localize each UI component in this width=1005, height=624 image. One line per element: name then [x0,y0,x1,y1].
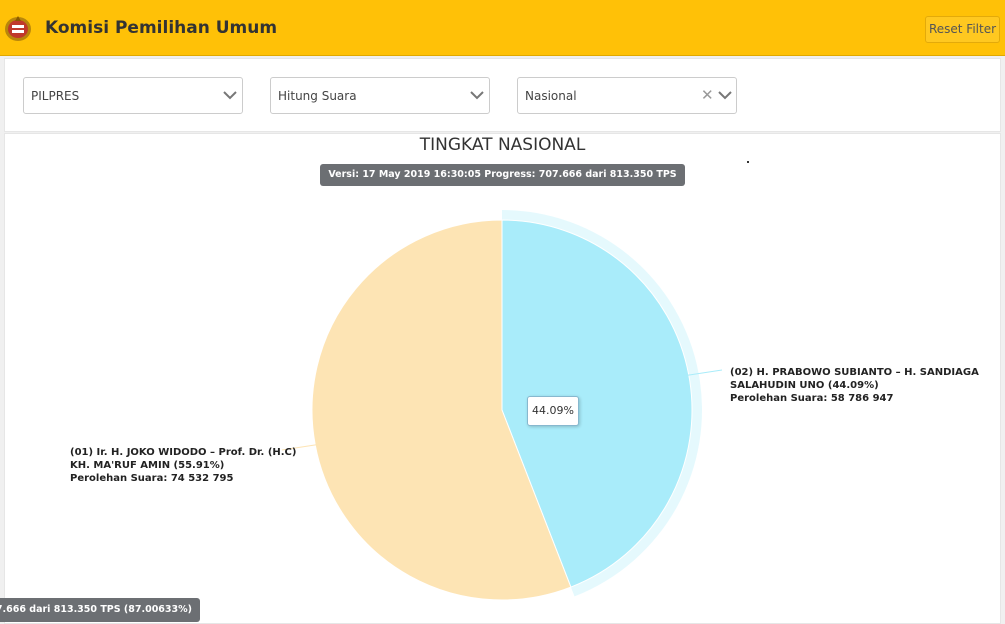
slice-label-02: (02) H. PRABOWO SUBIANTO – H. SANDIAGA S… [730,366,979,405]
slice-label-02-line2: SALAHUDIN UNO (44.09%) [730,380,879,391]
slice-label-02-votes: Perolehan Suara: 58 786 947 [730,393,894,404]
slice-label-01-line1: (01) Ir. H. JOKO WIDODO – Prof. Dr. (H.C… [70,447,297,458]
slice-tooltip: 44.09% [527,396,579,426]
slice-label-02-line1: (02) H. PRABOWO SUBIANTO – H. SANDIAGA [730,367,979,378]
pie-chart [281,210,723,601]
slice-label-01: (01) Ir. H. JOKO WIDODO – Prof. Dr. (H.C… [70,446,296,485]
slice-label-01-votes: Perolehan Suara: 74 532 795 [70,473,234,484]
slice-label-01-line2: KH. MA'RUF AMIN (55.91%) [70,460,225,471]
progress-badge-bottom: Versi: 17 May 2019 16:30:05 Progress: 70… [0,598,200,622]
progress-badge-bottom-text: Versi: 17 May 2019 16:30:05 Progress: 70… [0,604,192,615]
